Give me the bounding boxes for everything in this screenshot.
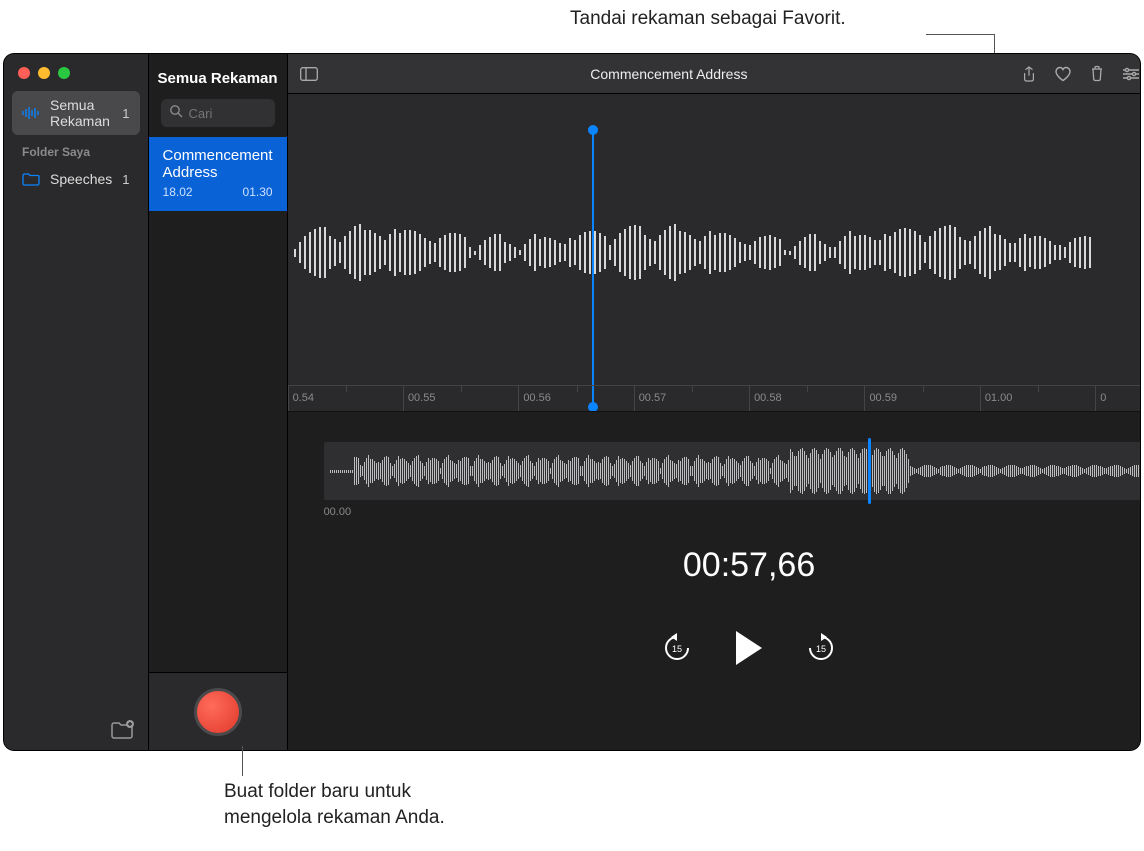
sidebar-item-all-recordings[interactable]: Semua Rekaman 1 (12, 91, 140, 135)
new-folder-button[interactable] (110, 720, 134, 740)
voice-memos-window: Semua Rekaman 1 Folder Saya Speeches 1 S… (4, 54, 1140, 750)
waveform-area[interactable]: 0.5400.5500.5600.5700.5800.5901.000 (288, 94, 1140, 412)
maximize-button[interactable] (58, 67, 70, 79)
callout-line (242, 746, 243, 776)
search-icon (169, 104, 183, 118)
ruler-tick: 00.58 (749, 386, 864, 411)
overview-playhead[interactable] (868, 438, 871, 504)
record-footer (149, 672, 287, 750)
recording-duration: 01.30 (243, 185, 273, 199)
window-controls (4, 54, 148, 89)
ruler-tick: 00.56 (518, 386, 633, 411)
ruler-tick: 00.59 (864, 386, 979, 411)
sidebar-item-count: 1 (122, 172, 129, 187)
record-button[interactable] (194, 688, 242, 736)
recording-time: 18.02 (163, 185, 193, 199)
time-ruler: 0.5400.5500.5600.5700.5800.5901.000 (288, 385, 1140, 411)
ruler-tick: 00.55 (403, 386, 518, 411)
skip-back-button[interactable]: 15 (662, 633, 692, 663)
toolbar: Commencement Address Edit (288, 54, 1140, 94)
sidebar-item-label: Speeches (50, 171, 112, 187)
editor-panel: Commencement Address Edit 0.54 0 (288, 54, 1140, 750)
folder-icon (22, 172, 40, 186)
ruler-tick: 01.00 (980, 386, 1095, 411)
callout-new-folder: Buat folder baru untuk mengelola rekaman… (224, 779, 445, 830)
waveform-overview[interactable] (324, 442, 1140, 500)
recording-list-item[interactable]: Commencement Address 18.02 01.30 (149, 137, 287, 211)
sidebar: Semua Rekaman 1 Folder Saya Speeches 1 (4, 54, 149, 750)
lower-panel: 00.00 01.30 00:57,66 15 15 (288, 412, 1140, 750)
svg-text:15: 15 (816, 644, 826, 654)
waveform-icon (22, 106, 40, 120)
minimize-button[interactable] (38, 67, 50, 79)
recordings-list-panel: Semua Rekaman Commencement Address 18.02… (149, 54, 288, 750)
current-time: 00:57,66 (683, 546, 815, 585)
sidebar-item-count: 1 (122, 106, 129, 121)
share-icon[interactable] (1020, 65, 1038, 83)
close-button[interactable] (18, 67, 30, 79)
sidebar-item-folder[interactable]: Speeches 1 (12, 165, 140, 193)
waveform-main (288, 213, 1140, 293)
toolbar-title: Commencement Address (334, 66, 1005, 82)
playback-controls: 15 15 (662, 631, 836, 665)
play-button[interactable] (736, 631, 762, 665)
sidebar-section-header: Folder Saya (4, 137, 148, 163)
list-header: Semua Rekaman (149, 54, 287, 99)
callout-favorite: Tandai rekaman sebagai Favorit. (570, 8, 846, 30)
settings-sliders-icon[interactable] (1122, 65, 1140, 83)
sidebar-item-label: Semua Rekaman (50, 97, 112, 129)
ruler-tick: 0.54 (288, 386, 403, 411)
trash-icon[interactable] (1088, 65, 1106, 83)
svg-text:15: 15 (672, 644, 682, 654)
playhead[interactable] (592, 130, 594, 407)
ruler-tick: 0 (1095, 386, 1140, 411)
favorite-icon[interactable] (1054, 65, 1072, 83)
toggle-sidebar-icon[interactable] (300, 65, 318, 83)
overview-start-time: 00.00 (324, 506, 352, 518)
recording-title: Commencement Address (163, 147, 273, 181)
ruler-tick: 00.57 (634, 386, 749, 411)
play-icon (736, 631, 762, 665)
skip-forward-button[interactable]: 15 (806, 633, 836, 663)
